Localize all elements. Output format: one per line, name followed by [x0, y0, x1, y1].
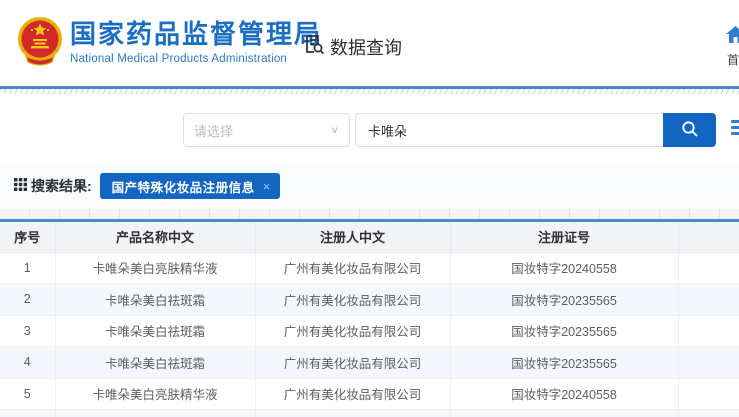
table-cell: 国妆特字20240558 [450, 378, 679, 410]
table-cell: 广州有美化妆品有限公司 [255, 346, 451, 379]
table-cell [678, 346, 739, 379]
grid-icon [14, 178, 27, 194]
site-header: 国家药品监督管理局 National Medical Products Admi… [0, 0, 739, 86]
column-header-cert-number: 注册证号 [450, 222, 679, 253]
results-label-block: 搜索结果: [14, 176, 92, 196]
table-cell [678, 252, 739, 284]
table-cell: 广州有美化妆品有限公司 [255, 315, 451, 347]
table-cell: 卡唯朵美白祛斑霜 [55, 283, 256, 316]
column-ruler-strip [0, 207, 739, 219]
column-header-registrant: 注册人中文 [255, 222, 451, 253]
table-cell [678, 283, 739, 316]
table-row[interactable]: 5 卡唯朵美白亮肤精华液 广州有美化妆品有限公司 国妆特字20240558 [0, 378, 739, 410]
close-icon[interactable]: × [263, 179, 271, 194]
category-select[interactable]: 请选择 ∨ [183, 113, 350, 147]
table-cell: 卡唯朵美白亮肤精华液 [55, 378, 256, 410]
site-title: 国家药品监督管理局 [70, 19, 323, 49]
page: 国家药品监督管理局 National Medical Products Admi… [0, 0, 739, 417]
filter-icon[interactable] [731, 120, 739, 140]
column-header-product-name: 产品名称中文 [55, 222, 256, 253]
table-row[interactable]: 4 卡唯朵美白祛斑霜 广州有美化妆品有限公司 国妆特字20235565 [0, 346, 739, 379]
document-search-icon [303, 33, 325, 60]
table-cell: 国妆特字20235565 [450, 346, 679, 379]
search-input[interactable] [355, 113, 664, 147]
site-subtitle: National Medical Products Administration [70, 52, 288, 65]
search-icon [681, 120, 699, 141]
table-row[interactable]: 3 卡唯朵美白祛斑霜 广州有美化妆品有限公司 国妆特字20235565 [0, 315, 739, 347]
brand-text-block: 国家药品监督管理局 National Medical Products Admi… [70, 20, 322, 65]
result-category-tag[interactable]: 国产特殊化妆品注册信息 × [99, 173, 281, 199]
table-cell: 卡唯朵美白亮肤精华液 [55, 252, 256, 284]
table-cell [678, 378, 739, 410]
results-label: 搜索结果: [31, 178, 92, 194]
table-cell: 卡唯朵美白祛斑霜 [55, 346, 256, 379]
nav-data-query-label: 数据查询 [330, 37, 402, 58]
nav-home[interactable]: 首页 [724, 26, 739, 68]
table-row[interactable]: 2 卡唯朵美白祛斑霜 广州有美化妆品有限公司 国妆特字20235565 [0, 283, 739, 316]
table-cell: 广州有美化妆品有限公司 [255, 378, 451, 410]
result-category-tag-label: 国产特殊化妆品注册信息 [111, 180, 255, 195]
table-cell: 国妆特字20235565 [450, 283, 679, 316]
table-cell: 5 [0, 378, 56, 410]
table-cell: 4 [0, 346, 56, 379]
category-select-placeholder: 请选择 [194, 123, 234, 139]
results-bar: 搜索结果: 国产特殊化妆品注册信息 × [0, 165, 739, 207]
search-button[interactable] [663, 113, 716, 147]
table-cell: 1 [0, 252, 56, 284]
search-section: 请选择 ∨ [0, 94, 739, 165]
table-header-row: 序号 产品名称中文 注册人中文 注册证号 [0, 222, 739, 253]
table-cell: 3 [0, 315, 56, 347]
table-cell: 国妆特字20240558 [450, 252, 679, 284]
chevron-down-icon: ∨ [330, 124, 339, 136]
column-header-index: 序号 [0, 222, 56, 253]
nav-home-label: 首页 [727, 53, 739, 67]
table-cell: 广州有美化妆品有限公司 [255, 252, 451, 284]
home-icon [726, 26, 739, 48]
nav-data-query[interactable]: 数据查询 [303, 33, 402, 60]
table-cell: 广州有美化妆品有限公司 [255, 283, 451, 316]
table-cell [678, 315, 739, 347]
table-cell: 卡唯朵美白祛斑霜 [55, 315, 256, 347]
table-body: 1 卡唯朵美白亮肤精华液 广州有美化妆品有限公司 国妆特字20240558 2 卡唯朵美白… [0, 252, 739, 410]
results-table: 序号 产品名称中文 注册人中文 注册证号 1 卡唯朵美白亮肤精华液 广州有美化妆品有… [0, 219, 739, 417]
national-emblem-logo [16, 16, 64, 68]
table-cell: 国妆特字20235565 [450, 315, 679, 347]
table-row[interactable]: 1 卡唯朵美白亮肤精华液 广州有美化妆品有限公司 国妆特字20240558 [0, 252, 739, 284]
column-header-extra [678, 222, 739, 253]
table-cell: 2 [0, 283, 56, 316]
table-row-partial [0, 409, 739, 417]
